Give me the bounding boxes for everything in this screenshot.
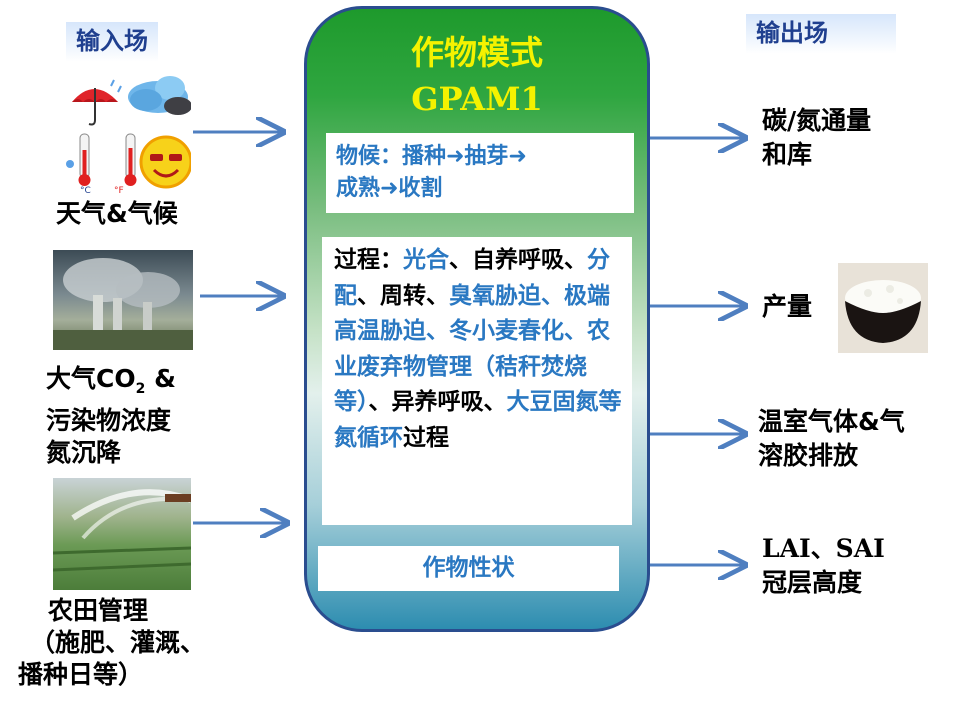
rice-bowl-photo (838, 263, 928, 353)
output-carbon: 碳/氮通量 和库 (762, 106, 872, 169)
output-yield: 产量 (762, 292, 813, 321)
output-lai: LAI、SAI 冠层高度 (762, 534, 885, 597)
output-ghg: 温室气体&气 溶胶排放 (758, 407, 905, 470)
